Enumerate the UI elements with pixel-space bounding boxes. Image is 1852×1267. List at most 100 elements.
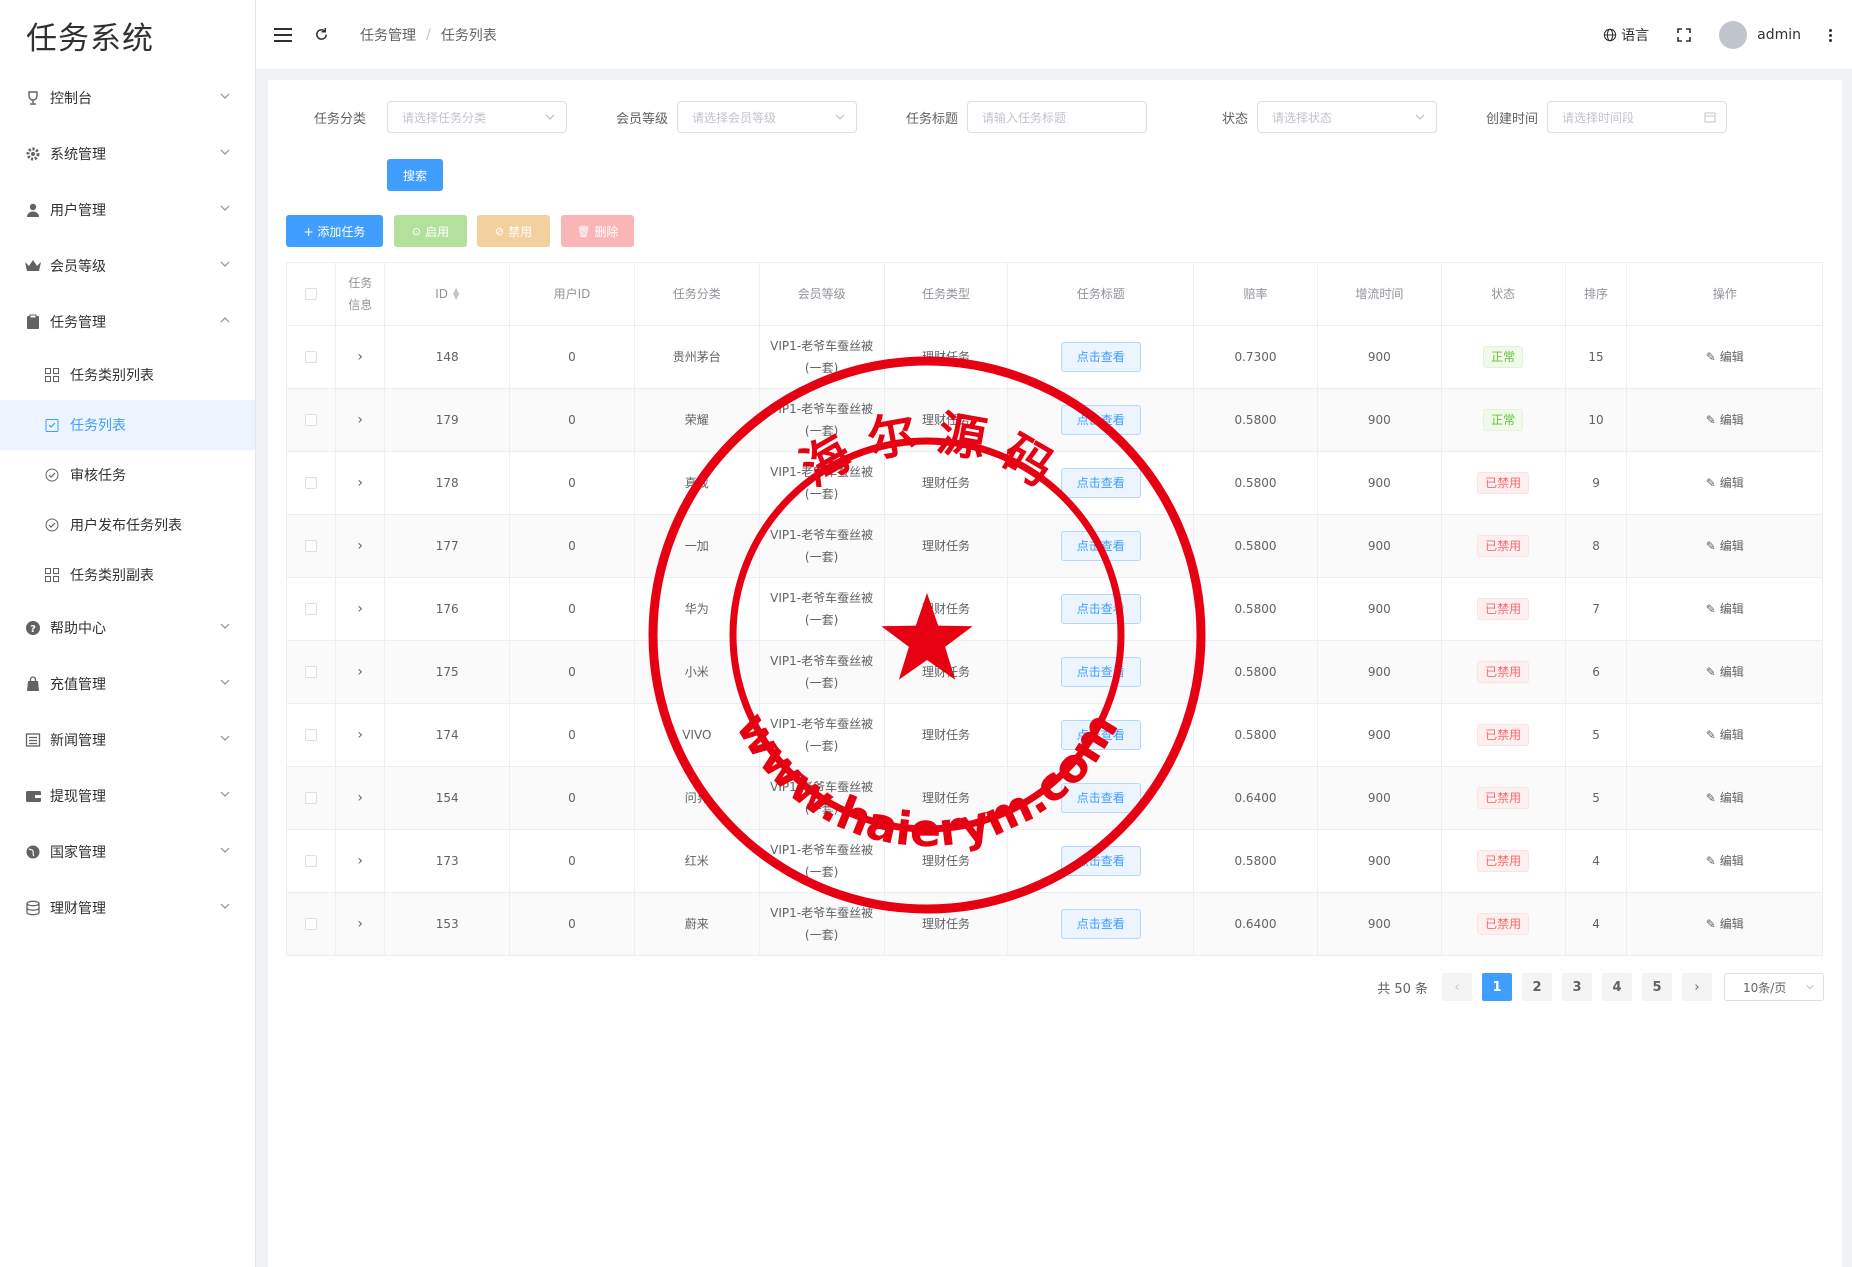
page-number-button[interactable]: 5 bbox=[1642, 973, 1672, 1001]
edit-button[interactable]: ✎ 编辑 bbox=[1706, 913, 1744, 935]
sidebar-item-globe[interactable]: 国家管理 bbox=[0, 824, 255, 880]
sidebar-item-question[interactable]: ? 帮助中心 bbox=[0, 600, 255, 656]
cell-user-id: 0 bbox=[510, 767, 635, 829]
sidebar-item-gear[interactable]: 系统管理 bbox=[0, 126, 255, 182]
view-title-button[interactable]: 点击查看 bbox=[1060, 531, 1141, 561]
edit-icon: ✎ bbox=[1705, 917, 1716, 931]
cell-odds: 0.5800 bbox=[1194, 641, 1318, 703]
edit-button[interactable]: ✎ 编辑 bbox=[1706, 346, 1744, 368]
filter-status-select[interactable]: 请选择状态 bbox=[1257, 101, 1437, 133]
row-checkbox[interactable] bbox=[305, 351, 318, 363]
view-title-button[interactable]: 点击查看 bbox=[1060, 657, 1141, 687]
edit-button[interactable]: ✎ 编辑 bbox=[1706, 724, 1744, 746]
language-switch[interactable]: 语言 bbox=[1603, 25, 1649, 45]
expand-chevron-icon[interactable]: › bbox=[357, 850, 363, 872]
sidebar-item-database[interactable]: 理财管理 bbox=[0, 880, 255, 936]
cell-level-text: VIP1-老爷车蚕丝被 (一套) bbox=[770, 654, 874, 690]
filter-title-input[interactable]: 请输入任务标题 bbox=[967, 101, 1147, 133]
prev-page-button[interactable]: ‹ bbox=[1442, 973, 1472, 1001]
edit-button[interactable]: ✎ 编辑 bbox=[1706, 598, 1744, 620]
add-task-button[interactable]: + 添加任务 bbox=[286, 215, 383, 247]
column-header[interactable]: ID ▲ ▼ bbox=[385, 263, 511, 325]
expand-chevron-icon[interactable]: › bbox=[357, 724, 363, 746]
header-cell-select[interactable] bbox=[287, 263, 337, 325]
next-page-button[interactable]: › bbox=[1682, 973, 1712, 1001]
sort-icon[interactable]: ▲ ▼ bbox=[453, 287, 459, 301]
page-number-button[interactable]: 4 bbox=[1602, 973, 1632, 1001]
row-checkbox[interactable] bbox=[305, 603, 318, 615]
disable-button[interactable]: ⊘ 禁用 bbox=[477, 215, 550, 247]
expand-chevron-icon[interactable]: › bbox=[357, 787, 363, 809]
row-checkbox[interactable] bbox=[305, 414, 318, 426]
sidebar-item-wallet[interactable]: 提现管理 bbox=[0, 768, 255, 824]
expand-chevron-icon[interactable]: › bbox=[357, 346, 363, 368]
row-checkbox[interactable] bbox=[305, 729, 318, 741]
edit-button[interactable]: ✎ 编辑 bbox=[1706, 787, 1744, 809]
page-number-button[interactable]: 3 bbox=[1562, 973, 1592, 1001]
cell-time: 900 bbox=[1318, 641, 1442, 703]
task-table: 任务 信息 ID ▲ ▼ 用户ID 任务分类 会员等级 任务类型 任务标题 赔率 增流时间 状态 排序 操… bbox=[286, 262, 1824, 956]
refresh-icon[interactable] bbox=[310, 24, 332, 46]
row-checkbox[interactable] bbox=[305, 666, 318, 678]
sidebar-item-user[interactable]: 用户管理 bbox=[0, 182, 255, 238]
user-menu[interactable]: admin bbox=[1719, 21, 1801, 49]
edit-button[interactable]: ✎ 编辑 bbox=[1706, 661, 1744, 683]
cell-type-text: 理财任务 bbox=[921, 791, 970, 805]
sidebar-item-label: 系统管理 bbox=[50, 147, 106, 163]
expand-chevron-icon[interactable]: › bbox=[357, 598, 363, 620]
delete-button[interactable]: 🗑 删除 bbox=[561, 215, 634, 247]
expand-chevron-icon[interactable]: › bbox=[357, 409, 363, 431]
select-all-checkbox[interactable] bbox=[305, 288, 318, 300]
more-vertical-icon[interactable] bbox=[1829, 28, 1832, 42]
sidebar-item-trophy[interactable]: 控制台 bbox=[0, 70, 255, 126]
cell-type-text: 理财任务 bbox=[921, 539, 970, 553]
sidebar-subitem[interactable]: 用户发布任务列表 bbox=[0, 500, 255, 550]
view-title-button[interactable]: 点击查看 bbox=[1060, 909, 1141, 939]
filter-created-label: 创建时间 bbox=[1486, 112, 1539, 127]
enable-button[interactable]: ⊙ 启用 bbox=[394, 215, 467, 247]
sidebar-subitem[interactable]: 任务列表 bbox=[0, 400, 255, 450]
view-title-button[interactable]: 点击查看 bbox=[1060, 846, 1141, 876]
page-number-button[interactable]: 1 bbox=[1482, 973, 1512, 1001]
cell-type: 理财任务 bbox=[885, 326, 1009, 388]
row-checkbox[interactable] bbox=[305, 477, 318, 489]
sidebar-item-news[interactable]: 新闻管理 bbox=[0, 712, 255, 768]
row-checkbox[interactable] bbox=[305, 918, 318, 930]
fullscreen-icon[interactable] bbox=[1673, 24, 1695, 46]
view-title-button[interactable]: 点击查看 bbox=[1060, 594, 1141, 624]
row-checkbox[interactable] bbox=[305, 540, 318, 552]
page-size-select[interactable]: 10条/页 bbox=[1724, 973, 1824, 1001]
sidebar-item-bag[interactable]: 充值管理 bbox=[0, 656, 255, 712]
expand-chevron-icon[interactable]: › bbox=[357, 913, 363, 935]
view-title-button[interactable]: 点击查看 bbox=[1060, 720, 1141, 750]
menu-toggle-icon[interactable] bbox=[272, 24, 294, 46]
sidebar-subitem[interactable]: 审核任务 bbox=[0, 450, 255, 500]
filter-title-label: 任务标题 bbox=[906, 112, 959, 127]
filter-created-daterange[interactable]: 请选择时间段 bbox=[1547, 101, 1727, 133]
view-title-button[interactable]: 点击查看 bbox=[1060, 405, 1141, 435]
breadcrumb-item[interactable]: 任务管理 bbox=[360, 25, 416, 45]
row-checkbox[interactable] bbox=[305, 855, 318, 867]
view-title-button[interactable]: 点击查看 bbox=[1060, 783, 1141, 813]
expand-chevron-icon[interactable]: › bbox=[357, 661, 363, 683]
row-checkbox[interactable] bbox=[305, 792, 318, 804]
edit-button[interactable]: ✎ 编辑 bbox=[1706, 472, 1744, 494]
cell-level-text: VIP1-老爷车蚕丝被 (一套) bbox=[770, 843, 874, 879]
sidebar-subitem[interactable]: 任务类别列表 bbox=[0, 350, 255, 400]
sidebar-subitem[interactable]: 任务类别副表 bbox=[0, 550, 255, 600]
view-title-button[interactable]: 点击查看 bbox=[1060, 342, 1141, 372]
edit-button[interactable]: ✎ 编辑 bbox=[1706, 535, 1744, 557]
expand-chevron-icon[interactable]: › bbox=[357, 472, 363, 494]
sidebar-item-crown[interactable]: 会员等级 bbox=[0, 238, 255, 294]
cell-user-id: 0 bbox=[510, 326, 635, 388]
edit-button[interactable]: ✎ 编辑 bbox=[1706, 850, 1744, 872]
cell-actions: ✎ 编辑 bbox=[1627, 704, 1824, 766]
filter-level-select[interactable]: 请选择会员等级 bbox=[677, 101, 857, 133]
expand-chevron-icon[interactable]: › bbox=[357, 535, 363, 557]
sidebar-item-clipboard[interactable]: 任务管理 bbox=[0, 294, 255, 350]
view-title-button[interactable]: 点击查看 bbox=[1060, 468, 1141, 498]
filter-category-select[interactable]: 请选择任务分类 bbox=[387, 101, 567, 133]
search-button[interactable]: 搜索 bbox=[387, 159, 443, 191]
edit-button[interactable]: ✎ 编辑 bbox=[1706, 409, 1744, 431]
page-number-button[interactable]: 2 bbox=[1522, 973, 1552, 1001]
